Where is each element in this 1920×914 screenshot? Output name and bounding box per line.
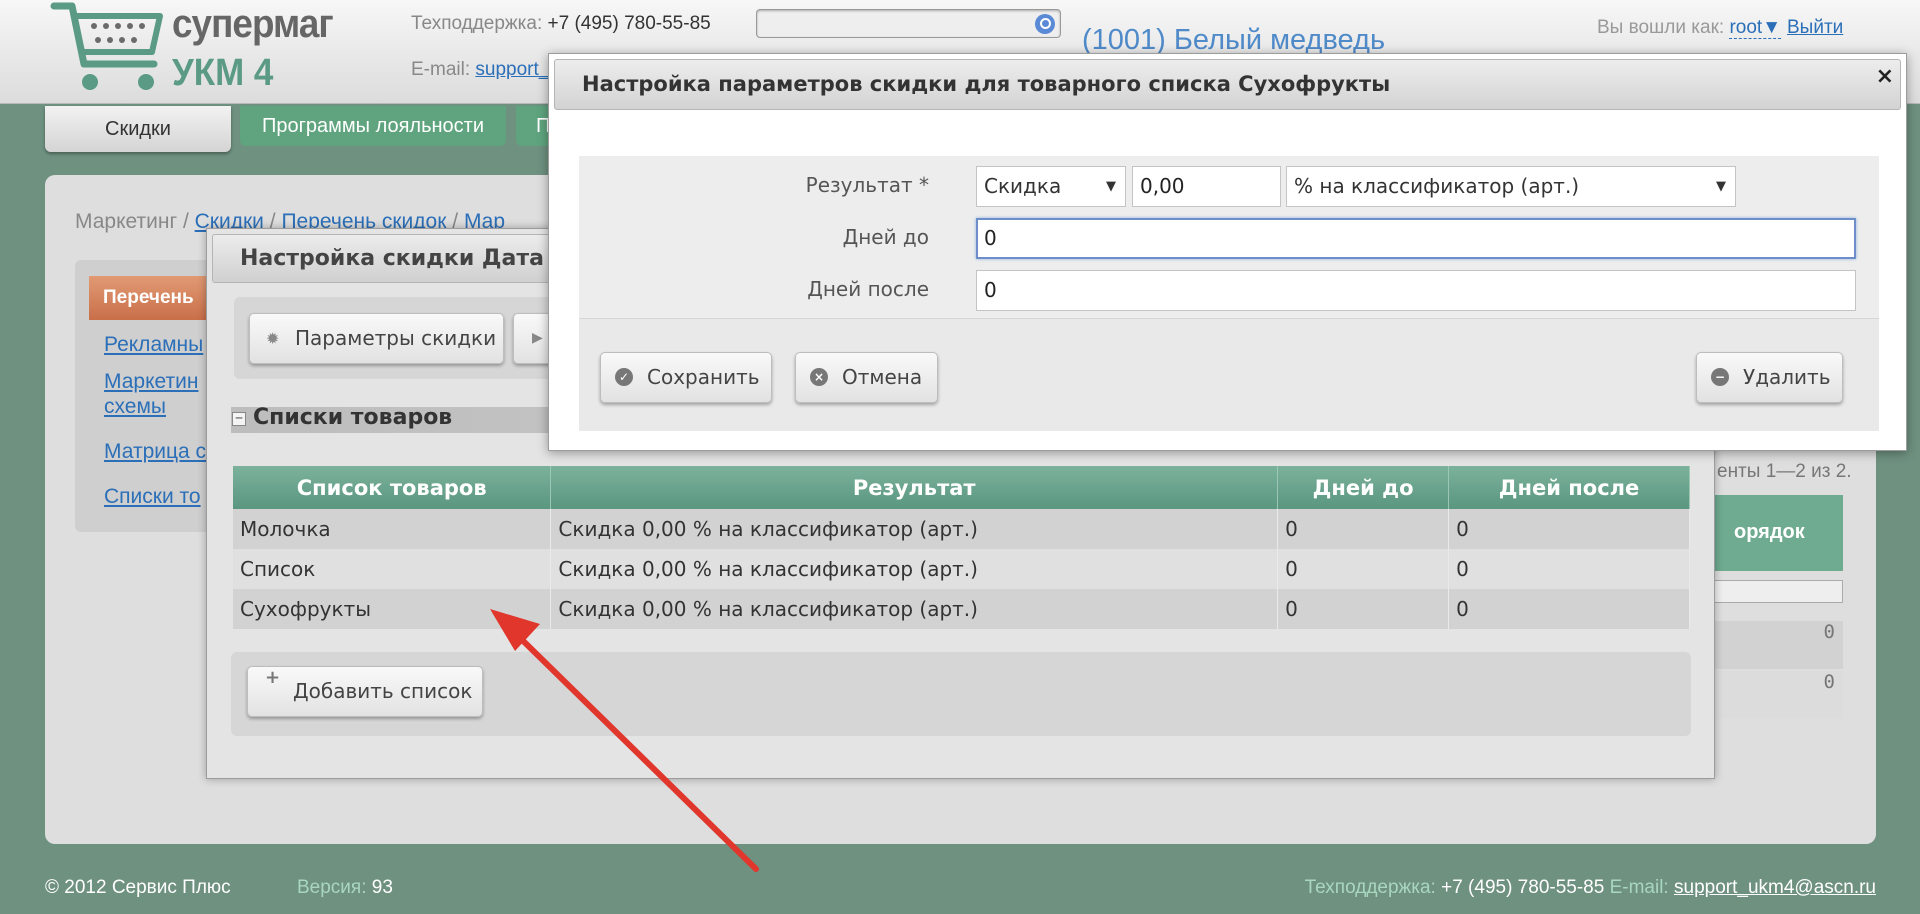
user-menu[interactable]: root▼ [1729,17,1781,39]
footer-copyright: © 2012 Сервис Плюс [45,877,231,898]
sidebar-item-product-lists[interactable]: Списки то [104,484,201,509]
chevron-down-icon: ▼ [1716,179,1726,194]
days-after-input[interactable]: 0 [976,270,1856,311]
days-before-input[interactable]: 0 [976,218,1856,259]
header-email: E-mail: support_ [411,59,549,81]
order-filter-input[interactable] [1713,580,1843,603]
delete-button[interactable]: − Удалить [1696,352,1843,403]
dialog-title: Настройка параметров скидки для товарног… [554,59,1901,110]
breadcrumb-root: Маркетинг [75,210,178,233]
order-cell: 0 [1709,671,1843,719]
table-row[interactable]: Сухофрукты Скидка 0,00 % на классификато… [233,589,1690,629]
breadcrumb-sep: / [182,210,189,233]
cancel-label: Отмена [842,365,923,389]
footer-support-label: Техподдержка: [1304,877,1436,898]
save-label: Сохранить [647,365,760,389]
footer-support-phone: +7 (495) 780-55-85 [1441,877,1605,898]
footer-support: Техподдержка: +7 (495) 780-55-85 E-mail:… [1305,877,1876,899]
params-form: Результат * Скидка ▼ 0,00 % на классифик… [579,156,1879,318]
result-type-select[interactable]: Скидка ▼ [976,166,1126,207]
user-label: Вы вошли как: [1597,17,1725,38]
discount-params-button[interactable]: ✹ Параметры скидки [249,313,504,364]
footer-email-label: E-mail: [1609,877,1669,898]
result-label: Результат * [805,173,929,197]
table-row[interactable]: Молочка Скидка 0,00 % на классификатор (… [233,509,1690,549]
gear-icon: ✹ [266,329,280,348]
footer-version: Версия: 93 [297,877,393,899]
cell-list-name: Список [233,549,552,589]
version-value: 93 [371,877,393,898]
support-phone: +7 (495) 780-55-85 [547,13,711,34]
column-header[interactable]: Результат [550,466,1279,509]
section-title: Списки товаров [253,405,453,430]
support-label: Техподдержка: [411,13,543,34]
cell-days-before: 0 [1277,589,1450,629]
check-icon: ✓ [615,368,633,386]
list-discount-params-dialog: Настройка параметров скидки для товарног… [548,53,1907,451]
cell-list-name: Сухофрукты [233,589,552,629]
plus-icon: + [265,667,281,688]
sidebar-item-marketing[interactable]: Маркетин [104,369,198,394]
header-support: Техподдержка: +7 (495) 780-55-85 [411,13,711,35]
cell-result: Скидка 0,00 % на классификатор (арт.) [550,549,1279,589]
cancel-button[interactable]: × Отмена [795,352,938,403]
version-label: Версия: [297,877,367,898]
cell-days-before: 0 [1277,549,1450,589]
sidebar-item-marketing-schemes[interactable]: схемы [104,394,166,419]
days-after-label: Дней после [807,277,929,301]
add-list-area: + Добавить список [231,652,1691,736]
sidebar-item-ads[interactable]: Рекламны [104,332,203,357]
logout-link[interactable]: Выйти [1787,17,1843,39]
days-before-label: Дней до [842,225,929,249]
save-button[interactable]: ✓ Сохранить [600,352,772,403]
footer-email-link[interactable]: support_ukm4@ascn.ru [1674,877,1876,898]
tab-discounts[interactable]: Скидки [45,106,231,152]
cell-list-name: Молочка [233,509,552,549]
add-list-label: Добавить список [293,679,473,703]
shopping-cart-icon [50,2,163,90]
cell-days-before: 0 [1277,509,1450,549]
tab-loyalty-programs[interactable]: Программы лояльности [240,106,506,146]
result-type-value: Скидка [984,174,1062,198]
minus-icon: − [1711,368,1729,386]
search-icon[interactable] [1035,14,1055,34]
cell-days-after: 0 [1448,589,1690,629]
result-unit-value: % на классификатор (арт.) [1294,174,1580,198]
play-icon: ▶ [532,330,543,346]
cell-result: Скидка 0,00 % на классификатор (арт.) [550,509,1279,549]
user-info: Вы вошли как: root▼ [1597,17,1781,39]
pagination-count: енты 1—2 из 2. [1717,461,1852,482]
email-link[interactable]: support_ [475,59,549,80]
order-cell: 0 [1709,621,1843,669]
email-label: E-mail: [411,59,471,80]
cancel-icon: × [810,368,828,386]
column-header[interactable]: Дней после [1448,466,1690,509]
collapse-icon[interactable]: − [232,412,246,426]
product-lists-table: Список товаров Результат Дней до Дней по… [233,466,1690,629]
result-value-input[interactable]: 0,00 [1132,166,1281,207]
cell-days-after: 0 [1448,509,1690,549]
chevron-down-icon: ▼ [1106,179,1116,194]
add-list-button[interactable]: + Добавить список [247,666,483,717]
table-header-row: Список товаров Результат Дней до Дней по… [233,466,1690,509]
logo-subtitle: УКМ 4 [172,52,274,94]
discount-params-label: Параметры скидки [295,326,497,350]
search-input[interactable] [756,9,1061,38]
table-row[interactable]: Список Скидка 0,00 % на классификатор (а… [233,549,1690,589]
column-header[interactable]: Список товаров [233,466,552,509]
logo-title: супермаг [172,2,334,46]
dialog-actions: ✓ Сохранить × Отмена − Удалить [579,318,1879,431]
result-unit-select[interactable]: % на классификатор (арт.) ▼ [1286,166,1736,207]
logo[interactable]: супермаг УКМ 4 [50,0,350,100]
sidebar-item-matrix[interactable]: Матрица с [104,439,206,464]
delete-label: Удалить [1743,365,1831,389]
close-icon[interactable]: × [1876,66,1894,88]
column-header[interactable]: Дней до [1277,466,1450,509]
cell-days-after: 0 [1448,549,1690,589]
order-column-header[interactable]: орядок [1709,495,1843,571]
cell-result: Скидка 0,00 % на классификатор (арт.) [550,589,1279,629]
